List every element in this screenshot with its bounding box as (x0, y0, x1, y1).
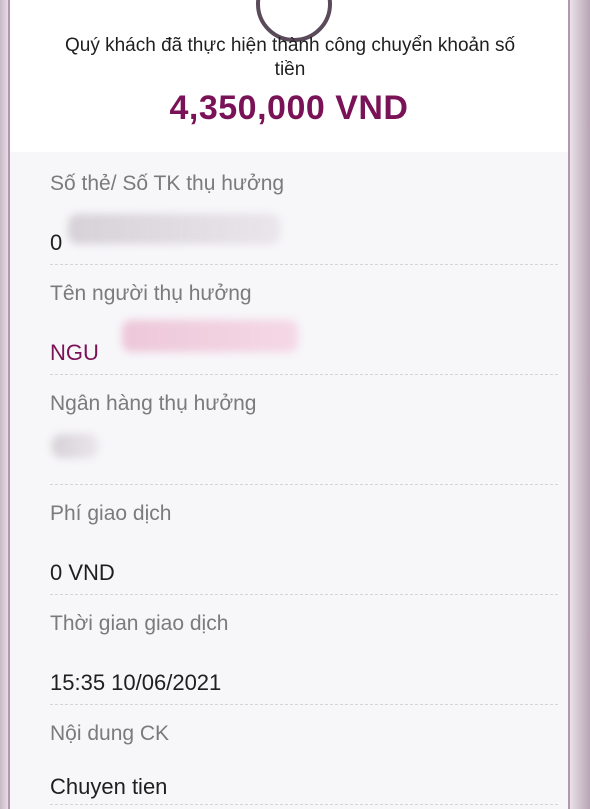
fee-value: 0 VND (50, 560, 115, 585)
beneficiary-name-value: NGU (50, 340, 99, 366)
redaction-beneficiary-name (122, 320, 298, 352)
account-number-value: 0 (50, 230, 62, 256)
divider (50, 704, 558, 705)
receipt-header: Quý khách đã thực hiện thành công chuyển… (10, 0, 568, 153)
content-value: Chuyen tien (50, 774, 168, 799)
beneficiary-name-label: Tên người thụ hưởng (50, 282, 252, 305)
divider (50, 374, 558, 375)
bank-label: Ngân hàng thụ hưởng (50, 392, 257, 415)
device-frame-right (570, 0, 590, 809)
account-number-label: Số thẻ/ Số TK thụ hưởng (50, 172, 285, 195)
fee-label: Phí giao dịch (50, 502, 172, 525)
transfer-receipt-card: Quý khách đã thực hiện thành công chuyển… (8, 0, 570, 809)
success-message: Quý khách đã thực hiện thành công chuyển… (64, 35, 516, 80)
transfer-amount: 4,350,000 VND (169, 89, 409, 127)
divider (50, 264, 558, 265)
content-label: Nội dung CK (50, 722, 170, 745)
device-frame-left (0, 0, 8, 809)
beneficiary-name-text: NGU (50, 340, 99, 365)
account-number-text: 0 (50, 230, 63, 255)
redaction-account-number (68, 214, 280, 244)
divider (50, 594, 558, 595)
redaction-bank (52, 434, 98, 458)
transfer-details: Số thẻ/ Số TK thụ hưởng 0 Tên người thụ … (10, 152, 568, 809)
time-value: 15:35 10/06/2021 (50, 670, 222, 695)
time-label: Thời gian giao dịch (50, 612, 229, 635)
divider (50, 804, 558, 805)
divider (50, 484, 558, 485)
